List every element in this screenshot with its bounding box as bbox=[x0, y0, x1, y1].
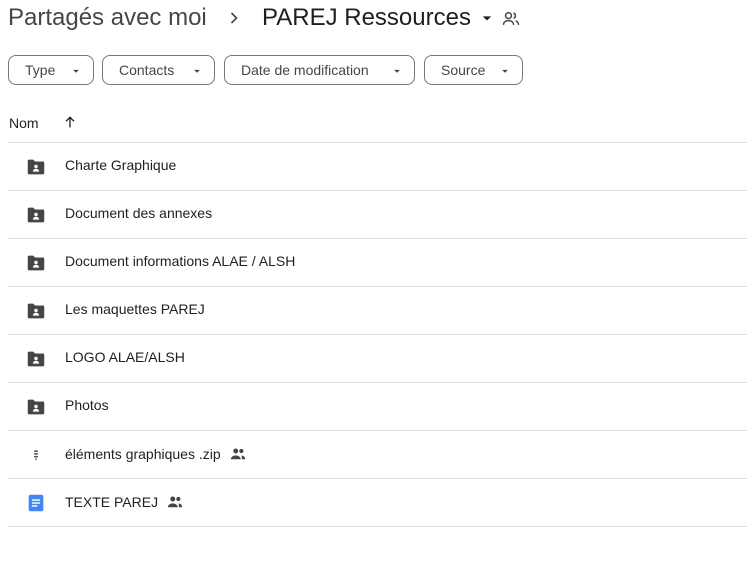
contacts-filter-label: Contacts bbox=[119, 62, 175, 78]
caret-down-icon bbox=[482, 16, 492, 21]
date-filter-label: Date de modification bbox=[241, 62, 369, 78]
breadcrumb-current-folder[interactable]: PAREJ Ressources bbox=[262, 4, 497, 32]
people-icon bbox=[167, 496, 183, 508]
source-filter-chip[interactable]: Source bbox=[424, 55, 523, 85]
file-name-wrap: TEXTE PAREJ bbox=[65, 493, 184, 511]
file-row[interactable]: Photos bbox=[8, 383, 747, 431]
shared-folder-icon bbox=[27, 207, 45, 223]
file-name: Document des annexes bbox=[65, 205, 213, 221]
header-bar: Partagés avec moi PAREJ Ressources bbox=[0, 0, 747, 40]
date-modified-filter-chip[interactable]: Date de modification bbox=[224, 55, 415, 85]
file-row[interactable]: LOGO ALAE/ALSH bbox=[8, 335, 747, 383]
sort-ascending-arrow-icon[interactable] bbox=[62, 114, 78, 130]
caret-down-icon bbox=[194, 69, 200, 73]
file-row[interactable]: TEXTE PAREJ bbox=[8, 479, 747, 527]
shared-folder-icon bbox=[27, 351, 45, 367]
google-docs-icon bbox=[28, 494, 44, 512]
file-name: Photos bbox=[65, 397, 109, 413]
people-icon bbox=[230, 448, 245, 460]
file-name: TEXTE PAREJ bbox=[65, 494, 159, 510]
caret-down-icon bbox=[394, 69, 400, 73]
caret-down-icon bbox=[502, 69, 508, 73]
file-name-wrap: éléments graphiques .zip bbox=[65, 445, 247, 463]
type-filter-label: Type bbox=[25, 62, 56, 78]
file-name: LOGO ALAE/ALSH bbox=[65, 349, 185, 365]
shared-folder-icon bbox=[27, 303, 45, 319]
breadcrumb-shared-with-me[interactable]: Partagés avec moi bbox=[8, 4, 207, 32]
file-name: Charte Graphique bbox=[65, 157, 177, 173]
caret-down-icon bbox=[73, 69, 79, 73]
file-row[interactable]: Document informations ALAE / ALSH bbox=[8, 239, 747, 287]
name-column-label: Nom bbox=[9, 115, 39, 131]
source-filter-label: Source bbox=[441, 62, 486, 78]
shared-folder-icon bbox=[27, 159, 45, 175]
type-filter-chip[interactable]: Type bbox=[8, 55, 94, 85]
name-column-header[interactable]: Nom bbox=[9, 111, 39, 135]
contacts-filter-chip[interactable]: Contacts bbox=[102, 55, 215, 85]
file-row[interactable]: éléments graphiques .zip bbox=[8, 431, 747, 479]
file-name: Les maquettes PAREJ bbox=[65, 301, 205, 317]
shared-folder-icon bbox=[27, 399, 45, 415]
breadcrumb-current-label: PAREJ Ressources bbox=[262, 4, 471, 31]
file-row[interactable]: Les maquettes PAREJ bbox=[8, 287, 747, 335]
file-name: éléments graphiques .zip bbox=[65, 446, 221, 462]
file-list: Charte Graphique Document des annexes Do… bbox=[8, 143, 747, 527]
file-name: Document informations ALAE / ALSH bbox=[65, 253, 296, 269]
shared-folder-icon bbox=[27, 255, 45, 271]
zip-file-icon bbox=[34, 450, 38, 461]
people-icon[interactable] bbox=[501, 9, 521, 29]
file-row[interactable]: Document des annexes bbox=[8, 191, 747, 239]
chevron-right-icon bbox=[230, 12, 238, 24]
file-row[interactable]: Charte Graphique bbox=[8, 143, 747, 191]
